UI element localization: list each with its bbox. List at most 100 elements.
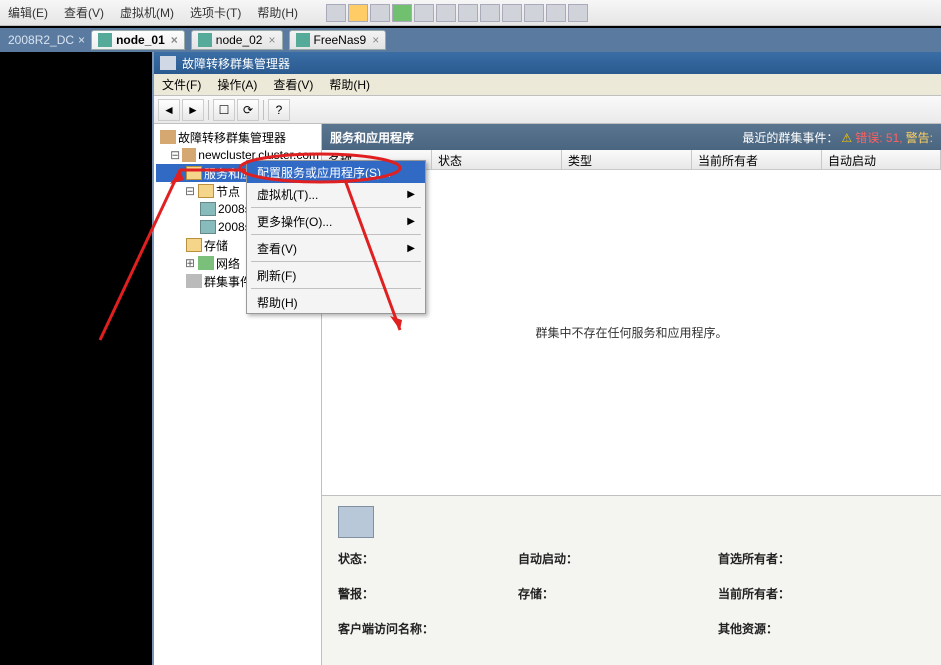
detail-alert-label: 警报： <box>338 585 518 602</box>
toolbar-icon[interactable] <box>524 4 544 22</box>
toolbar-icon[interactable] <box>392 4 412 22</box>
app-icon <box>160 56 176 70</box>
menu-file[interactable]: 文件(F) <box>154 76 209 93</box>
ctx-label: 虚拟机(T)... <box>257 186 318 203</box>
tab-node-02[interactable]: node_02 × <box>191 30 283 50</box>
recent-errors: 错误: 51, <box>855 131 902 145</box>
guest-window: 故障转移群集管理器 文件(F) 操作(A) 查看(V) 帮助(H) ◄ ► ☐ … <box>152 52 941 665</box>
context-menu: 配置服务或应用程序(S)... 虚拟机(T)... ▶ 更多操作(O)... ▶… <box>246 160 426 314</box>
detail-client-access-label: 客户端访问名称： <box>338 620 518 637</box>
submenu-arrow-icon: ▶ <box>407 243 415 254</box>
host-menu-view[interactable]: 查看(V) <box>56 4 112 21</box>
recent-events[interactable]: 最近的群集事件： ⚠ 错误: 51, 警告: <box>742 129 933 146</box>
detail-panel: 状态： 自动启动： 首选所有者： 警报： 存储： 当前所有者： 客户端访问名称：… <box>322 495 941 665</box>
toolbar-icon[interactable] <box>568 4 588 22</box>
ctx-help[interactable]: 帮助(H) <box>247 291 425 313</box>
toolbar-icon[interactable] <box>502 4 522 22</box>
ctx-label: 查看(V) <box>257 240 297 257</box>
cluster-mgr-icon <box>160 130 176 144</box>
monitor-icon <box>198 33 212 47</box>
ctx-refresh[interactable]: 刷新(F) <box>247 264 425 286</box>
mmc-menubar: 文件(F) 操作(A) 查看(V) 帮助(H) <box>154 74 941 96</box>
server-icon <box>200 202 216 216</box>
host-menu-edit[interactable]: 编辑(E) <box>0 4 56 21</box>
toolbar-icon[interactable] <box>370 4 390 22</box>
folder-icon <box>186 166 202 180</box>
breadcrumb[interactable]: 2008R2_DC <box>0 33 82 47</box>
host-menu-help[interactable]: 帮助(H) <box>249 4 306 21</box>
window-title: 故障转移群集管理器 <box>182 55 290 72</box>
ctx-virtual-machine[interactable]: 虚拟机(T)... ▶ <box>247 183 425 205</box>
toolbar-icon[interactable] <box>326 4 346 22</box>
folder-icon <box>198 184 214 198</box>
detail-blank <box>518 620 718 637</box>
network-icon <box>198 256 214 270</box>
col-status[interactable]: 状态 <box>432 150 562 169</box>
host-menubar: 编辑(E) 查看(V) 虚拟机(M) 选项卡(T) 帮助(H) <box>0 0 941 26</box>
detail-status-label: 状态： <box>338 550 518 567</box>
ctx-more-actions[interactable]: 更多操作(O)... ▶ <box>247 210 425 232</box>
toolbar-button[interactable]: ☐ <box>213 99 235 121</box>
menu-action[interactable]: 操作(A) <box>209 76 265 93</box>
detail-other-resources-label: 其他资源： <box>718 620 898 637</box>
tab-freenas9[interactable]: FreeNas9 × <box>289 30 387 50</box>
host-menu-tabs[interactable]: 选项卡(T) <box>182 4 249 21</box>
col-type[interactable]: 类型 <box>562 150 692 169</box>
ctx-label: 更多操作(O)... <box>257 213 332 230</box>
host-menu-vm[interactable]: 虚拟机(M) <box>112 4 182 21</box>
host-toolbar <box>326 4 588 22</box>
tree-label: 故障转移群集管理器 <box>178 129 286 146</box>
toolbar-icon[interactable] <box>458 4 478 22</box>
submenu-arrow-icon: ▶ <box>407 189 415 200</box>
tree-label: 群集事件 <box>204 273 252 290</box>
col-autostart[interactable]: 自动启动 <box>822 150 941 169</box>
empty-message: 群集中不存在任何服务和应用程序。 <box>535 324 727 341</box>
collapse-icon[interactable]: ⊟ <box>184 184 196 198</box>
monitor-icon <box>98 33 112 47</box>
recent-events-label: 最近的群集事件： <box>742 131 838 145</box>
ctx-view[interactable]: 查看(V) ▶ <box>247 237 425 259</box>
server-icon <box>200 220 216 234</box>
tree-label: 节点 <box>216 183 240 200</box>
refresh-button[interactable]: ⟳ <box>237 99 259 121</box>
content-title: 服务和应用程序 <box>330 129 414 146</box>
content-header: 服务和应用程序 最近的群集事件： ⚠ 错误: 51, 警告: <box>322 124 941 150</box>
tab-label: node_01 <box>116 33 165 47</box>
help-button[interactable]: ? <box>268 99 290 121</box>
vm-viewport: 故障转移群集管理器 文件(F) 操作(A) 查看(V) 帮助(H) ◄ ► ☐ … <box>0 52 941 665</box>
collapse-icon[interactable]: ⊟ <box>170 148 180 162</box>
toolbar-icon[interactable] <box>414 4 434 22</box>
tree-root[interactable]: 故障转移群集管理器 <box>156 128 319 146</box>
window-titlebar: 故障转移群集管理器 <box>154 52 941 74</box>
detail-autostart-label: 自动启动： <box>518 550 718 567</box>
close-icon[interactable]: × <box>171 33 178 47</box>
detail-icon <box>338 506 374 538</box>
back-button[interactable]: ◄ <box>158 99 180 121</box>
menu-help[interactable]: 帮助(H) <box>321 76 378 93</box>
toolbar-icon[interactable] <box>546 4 566 22</box>
mmc-toolbar: ◄ ► ☐ ⟳ ? <box>154 96 941 124</box>
ctx-label: 配置服务或应用程序(S)... <box>257 164 391 181</box>
ctx-label: 帮助(H) <box>257 294 298 311</box>
vm-tabs-row: 2008R2_DC × node_01 × node_02 × FreeNas9… <box>0 28 941 52</box>
ctx-separator <box>251 234 421 235</box>
tab-label: FreeNas9 <box>314 33 367 47</box>
toolbar-icon[interactable] <box>436 4 456 22</box>
recent-warnings: 警告: <box>906 131 933 145</box>
col-owner[interactable]: 当前所有者 <box>692 150 822 169</box>
forward-button[interactable]: ► <box>182 99 204 121</box>
ctx-separator <box>251 207 421 208</box>
events-icon <box>186 274 202 288</box>
ctx-separator <box>251 261 421 262</box>
ctx-label: 刷新(F) <box>257 267 296 284</box>
ctx-configure-service[interactable]: 配置服务或应用程序(S)... <box>247 161 425 183</box>
close-icon[interactable]: × <box>268 33 275 47</box>
close-icon[interactable]: × <box>372 33 379 47</box>
menu-view[interactable]: 查看(V) <box>265 76 321 93</box>
tab-node-01[interactable]: node_01 × <box>91 30 185 50</box>
toolbar-icon[interactable] <box>480 4 500 22</box>
detail-preferred-owner-label: 首选所有者： <box>718 550 898 567</box>
expand-icon[interactable]: ⊞ <box>184 256 196 270</box>
cluster-icon <box>182 148 196 162</box>
toolbar-icon[interactable] <box>348 4 368 22</box>
